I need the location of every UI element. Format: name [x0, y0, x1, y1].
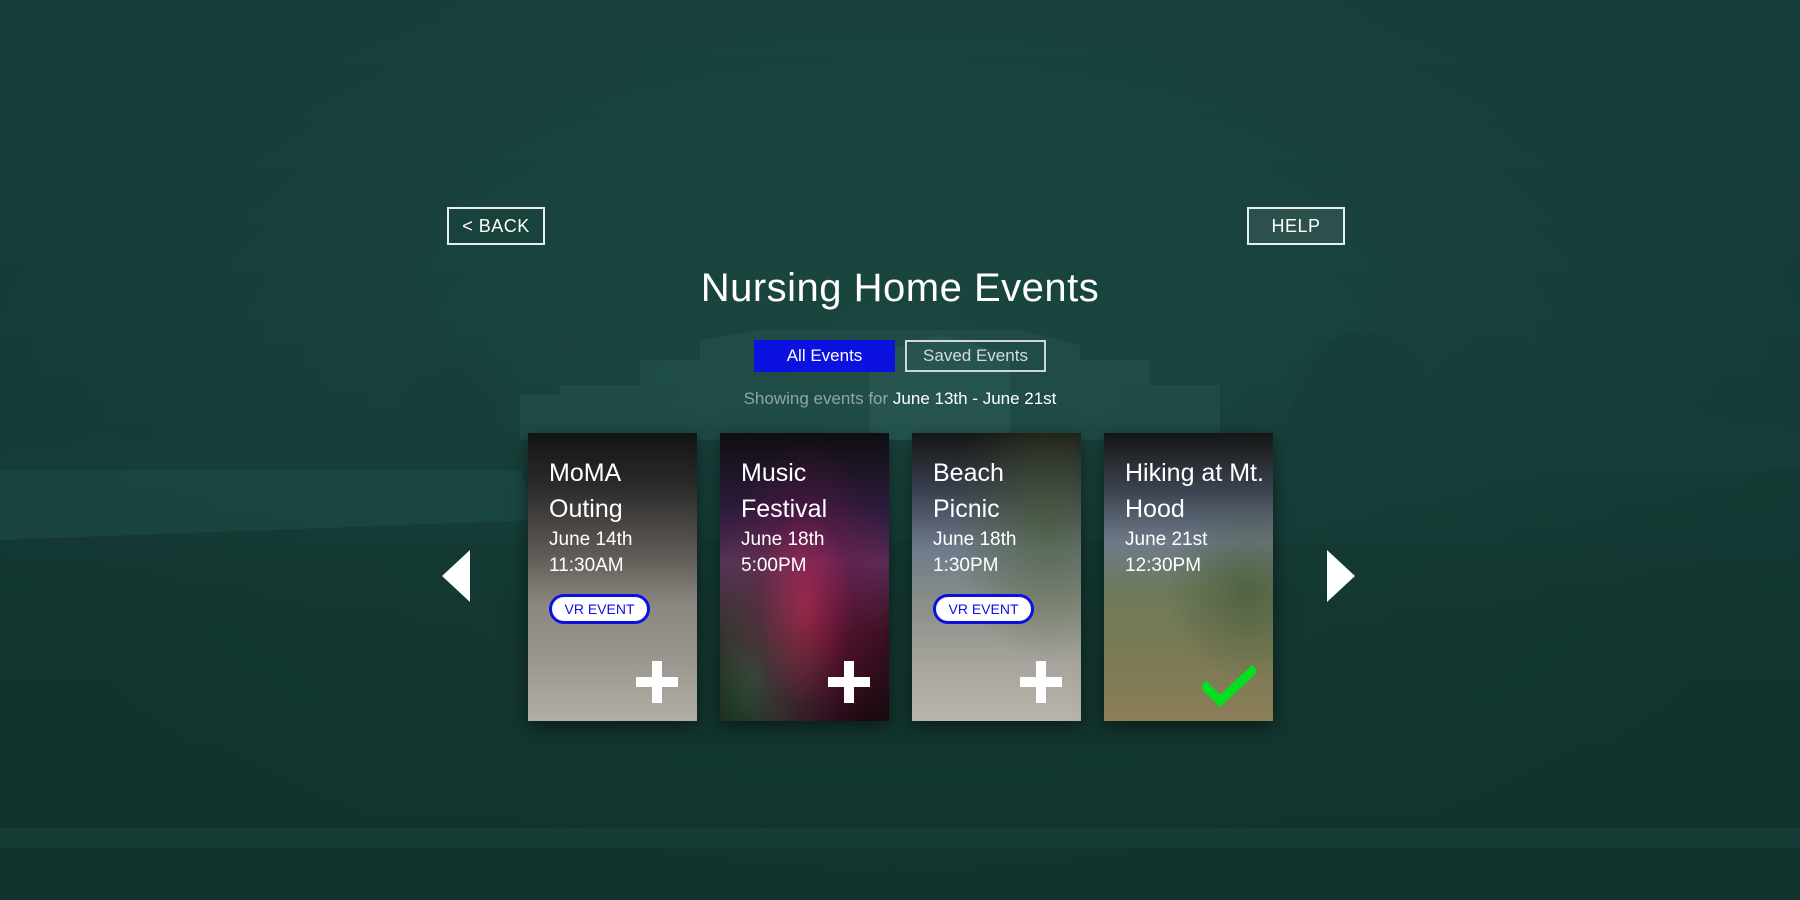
event-time: 11:30AM: [549, 555, 624, 576]
plus-icon[interactable]: [636, 661, 678, 703]
events-screen: < BACK HELP Nursing Home Events All Even…: [0, 0, 1800, 900]
vr-event-badge[interactable]: VR EVENT: [933, 594, 1034, 624]
event-card-moma[interactable]: MoMA Outing June 14th 11:30AM VR EVENT: [528, 433, 697, 721]
page-title: Nursing Home Events: [700, 266, 1100, 310]
event-date: June 21st: [1125, 529, 1208, 550]
background-scenery: [0, 330, 1800, 900]
vr-event-badge[interactable]: VR EVENT: [549, 594, 650, 624]
event-time: 12:30PM: [1125, 555, 1202, 576]
event-date: June 18th: [933, 529, 1017, 550]
event-card-music-festival[interactable]: Music Festival June 18th 5:00PM: [720, 433, 889, 721]
event-title: MoMA Outing: [549, 459, 623, 523]
chevron-left-icon[interactable]: [442, 550, 470, 602]
event-title: Hiking at Mt. Hood: [1125, 459, 1264, 523]
plus-icon[interactable]: [1020, 661, 1062, 703]
event-time: 5:00PM: [741, 555, 807, 576]
plus-icon[interactable]: [828, 661, 870, 703]
back-button[interactable]: < BACK: [447, 207, 545, 245]
event-card-hiking[interactable]: Hiking at Mt. Hood June 21st 12:30PM: [1104, 433, 1273, 721]
check-icon[interactable]: [1202, 665, 1256, 707]
event-card-beach-picnic[interactable]: Beach Picnic June 18th 1:30PM VR EVENT: [912, 433, 1081, 721]
tab-saved-events[interactable]: Saved Events: [905, 340, 1046, 372]
tab-all-events[interactable]: All Events: [754, 340, 895, 372]
event-date: June 18th: [741, 529, 825, 550]
chevron-right-icon[interactable]: [1327, 550, 1355, 602]
date-range-value: June 13th - June 21st: [892, 389, 1057, 408]
date-range-prefix: Showing events for: [743, 389, 889, 408]
event-time: 1:30PM: [933, 555, 999, 576]
event-title: Beach Picnic: [933, 459, 1004, 523]
date-range-text: Showing events for June 13th - June 21st: [0, 389, 1800, 409]
event-date: June 14th: [549, 529, 633, 550]
event-title: Music Festival: [741, 459, 828, 523]
help-button[interactable]: HELP: [1247, 207, 1345, 245]
